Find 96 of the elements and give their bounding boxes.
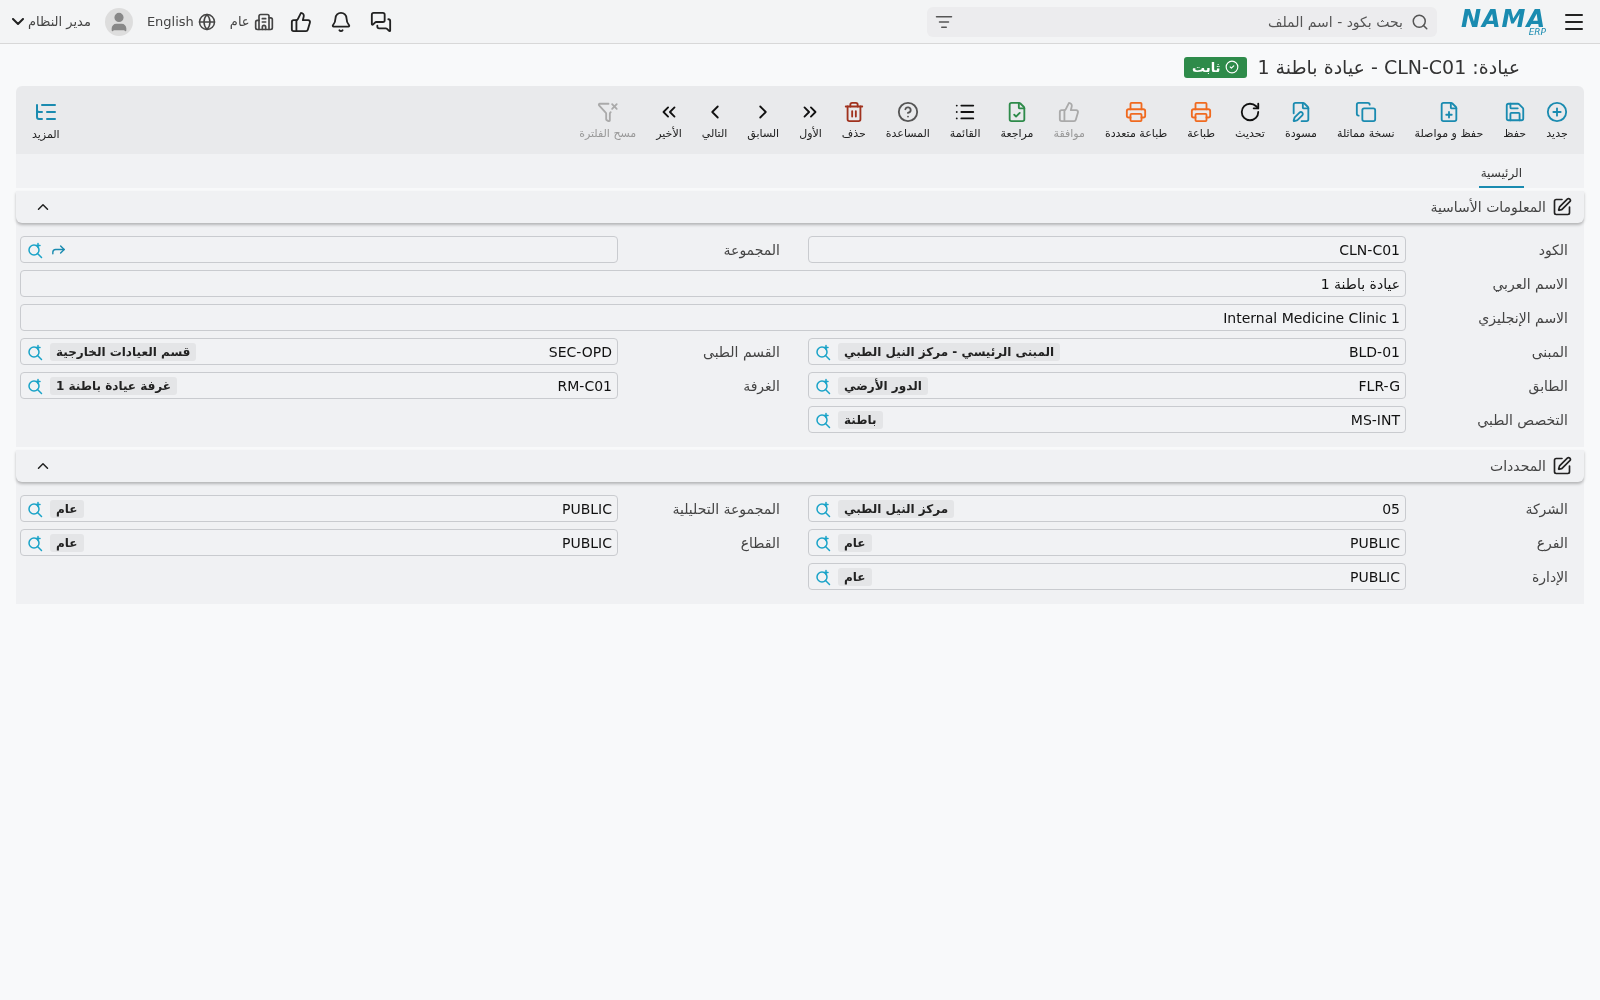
- search-plus-icon[interactable]: [814, 342, 832, 361]
- toolbar-button[interactable]: الأخير: [648, 96, 690, 144]
- lookup-name: الدور الأرضي: [838, 376, 928, 395]
- input-field[interactable]: عيادة باطنة 1: [20, 270, 1406, 297]
- field-label: المجموعة التحليلية: [671, 500, 781, 517]
- field-label: الإدارة: [1530, 568, 1569, 585]
- search-plus-icon[interactable]: [26, 342, 44, 361]
- search-plus-icon[interactable]: [26, 533, 44, 552]
- chevron-down-icon: [12, 17, 24, 26]
- help-icon: [896, 100, 919, 123]
- edit-icon: [1552, 197, 1572, 217]
- toolbar-button[interactable]: القائمة: [941, 96, 989, 144]
- toolbar-button[interactable]: حفظ: [1495, 96, 1534, 144]
- field-value: CLN-C01: [1339, 241, 1400, 258]
- lookup-name: المبنى الرئيسي - مركز النيل الطبي: [838, 342, 1061, 361]
- language-selector[interactable]: English: [146, 12, 216, 31]
- search-field[interactable]: بحث بكود - اسم الملف: [926, 6, 1437, 37]
- field-label: الاسم الإنجليزي: [1477, 309, 1569, 326]
- toolbar-button[interactable]: طباعة: [1179, 96, 1224, 144]
- input-field[interactable]: [20, 236, 618, 263]
- search-plus-icon[interactable]: [814, 567, 832, 586]
- section-title: المحددات: [1490, 458, 1546, 474]
- toolbar-button[interactable]: الأول: [791, 96, 830, 144]
- field-value: MS-INT: [1350, 411, 1400, 428]
- field-value: 05: [1382, 500, 1400, 517]
- search-plus-icon[interactable]: [26, 240, 44, 259]
- search-input[interactable]: بحث بكود - اسم الملف: [958, 12, 1405, 31]
- company-selector[interactable]: عام: [229, 11, 274, 32]
- field-label: الفرع: [1535, 534, 1569, 551]
- input-field[interactable]: Internal Medicine Clinic 1: [20, 304, 1406, 331]
- field-value: BLD-01: [1348, 343, 1400, 360]
- refresh-icon: [1239, 100, 1261, 123]
- lookup-name: عام: [838, 567, 872, 586]
- toolbar-button[interactable]: مراجعة: [992, 96, 1042, 144]
- toolbar-button[interactable]: التالي: [693, 96, 736, 144]
- file-check-icon: [1006, 100, 1028, 123]
- field-label: التخصص الطبي: [1476, 411, 1569, 428]
- field-value: PUBLIC: [1350, 568, 1400, 585]
- field-value: FLR-G: [1358, 377, 1400, 394]
- trash-icon: [842, 100, 865, 123]
- search-icon: [1410, 12, 1429, 31]
- lookup-name: عام: [50, 533, 84, 552]
- field-label: الكود: [1537, 241, 1569, 258]
- field-label: المبنى: [1530, 343, 1569, 360]
- field-label: المجموعة: [722, 241, 781, 258]
- toolbar-button[interactable]: جديد: [1538, 96, 1576, 144]
- lookup-name: باطنة: [838, 410, 883, 429]
- search-plus-icon[interactable]: [26, 376, 44, 395]
- field-label: الغرفة: [742, 377, 781, 394]
- plus-circle-icon: [1546, 100, 1568, 123]
- toolbar-button[interactable]: نسخة مماثلة: [1329, 96, 1403, 144]
- toolbar-button[interactable]: السابق: [739, 96, 788, 144]
- lookup-name: عام: [50, 499, 84, 518]
- field-value: RM-C01: [557, 377, 612, 394]
- lookup-name: غرفة عيادة باطنة 1: [50, 376, 178, 395]
- toolbar-button[interactable]: طباعة متعددة: [1096, 96, 1176, 144]
- lookup-name: عام: [838, 533, 872, 552]
- field-label: الطابق: [1527, 377, 1569, 394]
- toolbar-button[interactable]: المساعدة: [877, 96, 938, 144]
- field-value: Internal Medicine Clinic 1: [1223, 309, 1400, 326]
- field-value: عيادة باطنة 1: [1320, 275, 1400, 292]
- field-label: القسم الطبى: [701, 343, 781, 360]
- lookup-name: قسم العيادات الخارجية: [50, 342, 197, 361]
- field-value: PUBLIC: [1350, 534, 1400, 551]
- printer-icon: [1190, 100, 1213, 123]
- search-plus-icon[interactable]: [814, 410, 832, 429]
- search-plus-icon[interactable]: [814, 376, 832, 395]
- filter-off-icon: [596, 100, 619, 123]
- user-menu[interactable]: مدير النظام: [12, 14, 91, 29]
- search-plus-icon[interactable]: [814, 533, 832, 552]
- avatar-icon[interactable]: [104, 7, 133, 36]
- field-value: PUBLIC: [562, 534, 612, 551]
- status-badge: ثابت: [1184, 56, 1248, 78]
- search-plus-icon[interactable]: [26, 499, 44, 518]
- more-button[interactable]: المزيد: [24, 95, 68, 145]
- search-plus-icon[interactable]: [814, 499, 832, 518]
- toolbar-button[interactable]: حفظ و مواصلة: [1406, 96, 1492, 144]
- input-field[interactable]: CLN-C01: [808, 236, 1406, 263]
- save-icon: [1503, 100, 1526, 123]
- edit-icon: [1552, 456, 1572, 476]
- thumbs-up-icon: [1058, 100, 1081, 123]
- section-title: المعلومات الأساسية: [1430, 199, 1546, 215]
- page-title: عيادة: CLN-C01 - عيادة باطنة 1: [1257, 56, 1520, 78]
- field-value: PUBLIC: [562, 500, 612, 517]
- toolbar-button[interactable]: حذف: [833, 96, 874, 144]
- toolbar-button[interactable]: تحديث: [1227, 96, 1273, 144]
- building-icon: [253, 11, 274, 32]
- toolbar-button[interactable]: مسودة: [1276, 96, 1325, 144]
- field-label: الاسم العربي: [1491, 275, 1569, 292]
- field-label: الشركة: [1524, 500, 1569, 517]
- globe-icon: [197, 12, 216, 31]
- tab[interactable]: الرئيسية: [1478, 162, 1524, 188]
- lookup-name: مركز النيل الطبي: [838, 499, 955, 518]
- field-label: القطاع: [739, 534, 781, 551]
- field-value: SEC-OPD: [548, 343, 612, 360]
- copy-icon: [1354, 100, 1377, 123]
